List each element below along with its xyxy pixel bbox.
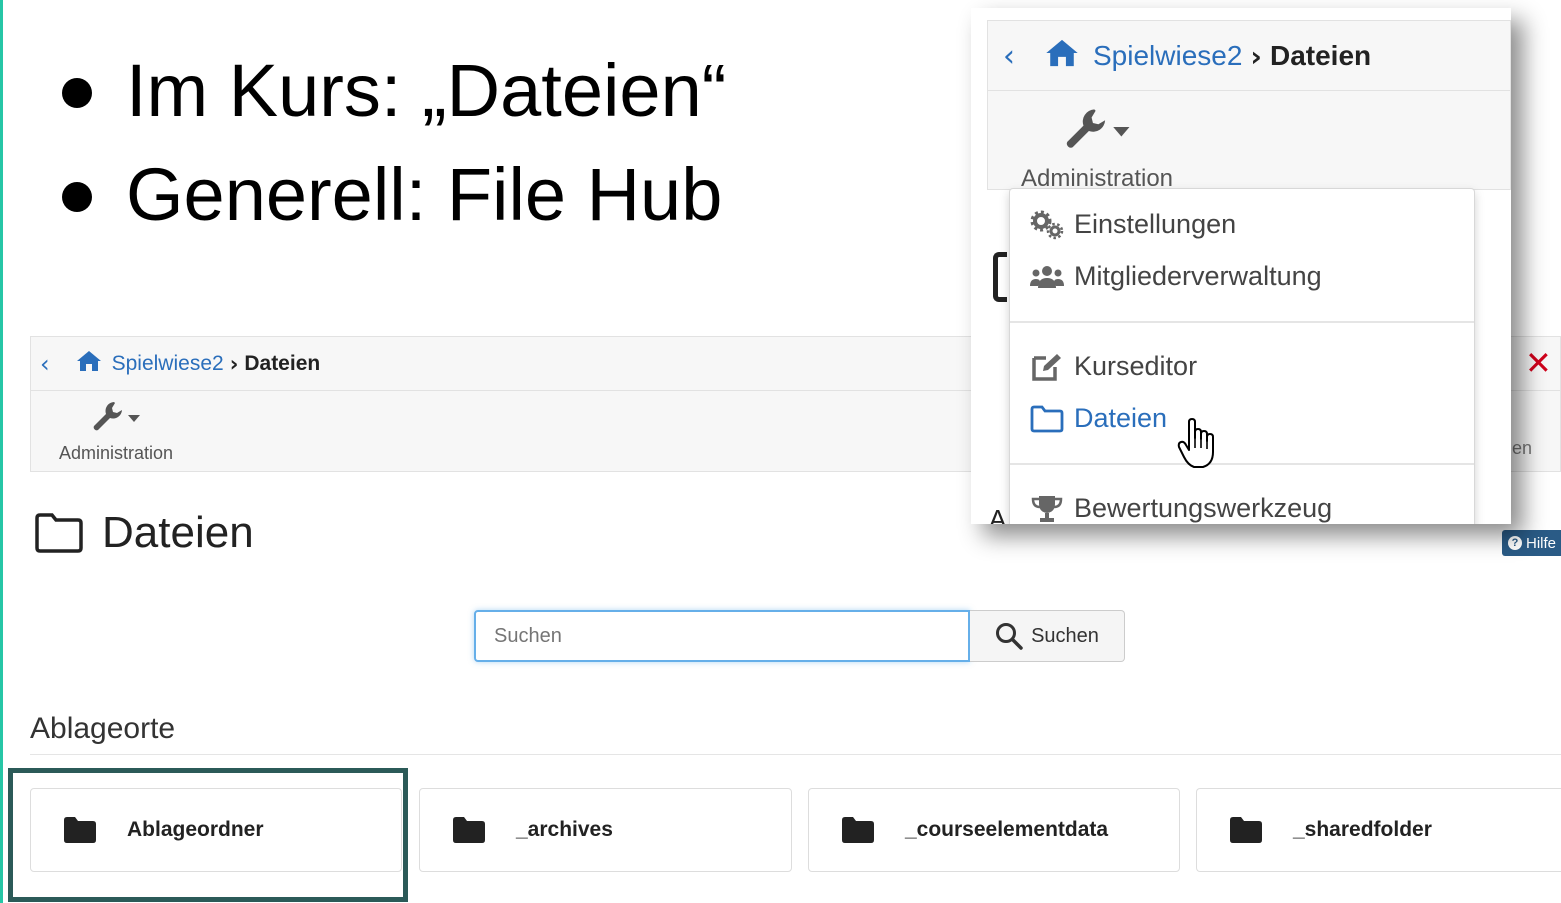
home-icon[interactable]: [76, 350, 102, 378]
folder-outline-icon: [1030, 405, 1064, 432]
back-chevron-icon[interactable]: ‹: [1003, 39, 1015, 74]
administration-label: Administration: [58, 443, 174, 463]
section-divider: [30, 754, 1561, 755]
slide-accent-bar: [0, 0, 3, 903]
page-title: Dateien: [34, 508, 254, 558]
menu-divider: [1010, 463, 1474, 465]
hand-cursor-icon: [1177, 418, 1217, 475]
bullet-list: Im Kurs: „Dateien“ Generell: File Hub: [62, 38, 726, 246]
breadcrumb-link-course[interactable]: Spielwiese2: [112, 352, 224, 376]
menu-item-bewertungswerkzeug[interactable]: Bewertungswerkzeug: [1030, 493, 1332, 524]
back-chevron-icon[interactable]: ‹: [40, 350, 50, 378]
menu-item-dateien[interactable]: Dateien: [1030, 403, 1167, 434]
edit-icon: [1032, 353, 1061, 381]
partial-icon: [993, 252, 1007, 302]
trophy-icon: [1031, 495, 1063, 522]
breadcrumb: ‹ Spielwiese2 › Dateien: [40, 348, 320, 380]
menu-item-einstellungen[interactable]: Einstellungen: [1030, 209, 1236, 240]
bullet-item: Generell: File Hub: [62, 142, 726, 246]
folder-name: _archives: [516, 818, 613, 841]
bullet-dot: [62, 182, 92, 212]
zoom-toolbar-divider: [988, 90, 1510, 91]
bullet-text: Im Kurs: „Dateien“: [126, 48, 727, 132]
breadcrumb-current: Dateien: [1269, 40, 1372, 71]
zoom-breadcrumb: ‹ Spielwiese2 › Dateien: [1003, 36, 1371, 76]
folder-icon: [842, 817, 874, 843]
folder-icon: [1230, 817, 1262, 843]
section-title-storage: Ablageorte: [30, 712, 176, 745]
bullet-dot: [62, 78, 92, 108]
breadcrumb-link-course[interactable]: Spielwiese2: [1093, 40, 1242, 72]
administration-menu-button[interactable]: Administration: [1017, 104, 1177, 193]
home-icon[interactable]: [1045, 38, 1079, 75]
toolbar-label-partial: en: [1512, 438, 1533, 458]
breadcrumb-current: Dateien: [244, 352, 321, 375]
help-icon: ?: [1508, 536, 1522, 550]
help-button[interactable]: ? Hilfe: [1502, 530, 1561, 556]
close-icon[interactable]: ✕: [1525, 344, 1552, 382]
bullet-text: Generell: File Hub: [126, 152, 723, 236]
menu-divider: [1010, 321, 1474, 323]
wrench-icon: [1066, 109, 1130, 148]
administration-dropdown-menu: Einstellungen Mitgliederverwaltung Kurse…: [1009, 188, 1475, 524]
menu-item-mitgliederverwaltung[interactable]: Mitgliederverwaltung: [1030, 261, 1322, 292]
folder-name: _sharedfolder: [1293, 818, 1432, 841]
gears-icon: [1030, 210, 1064, 239]
bullet-item: Im Kurs: „Dateien“: [62, 38, 726, 142]
folder-icon: [453, 817, 485, 843]
search-button[interactable]: Suchen: [970, 610, 1125, 662]
users-icon: [1030, 265, 1064, 288]
partial-heading: A: [989, 504, 1007, 524]
folder-card-courseelementdata[interactable]: _courseelementdata: [808, 788, 1180, 872]
folder-card-archives[interactable]: _archives: [419, 788, 792, 872]
folder-card-sharedfolder[interactable]: _sharedfolder: [1196, 788, 1561, 872]
zoom-inset: ‹ Spielwiese2 › Dateien Administration A…: [971, 8, 1511, 524]
search-icon: [996, 623, 1023, 650]
wrench-icon: [93, 402, 140, 431]
breadcrumb-separator-icon: ›: [229, 352, 239, 376]
administration-menu-button[interactable]: Administration: [54, 398, 178, 464]
highlight-frame: [8, 768, 408, 902]
folder-outline-icon: [35, 513, 83, 553]
folder-name: _courseelementdata: [905, 818, 1109, 841]
search-input[interactable]: [474, 610, 970, 662]
breadcrumb-separator-icon: ›: [1250, 39, 1262, 73]
menu-item-kurseditor[interactable]: Kurseditor: [1030, 351, 1197, 382]
